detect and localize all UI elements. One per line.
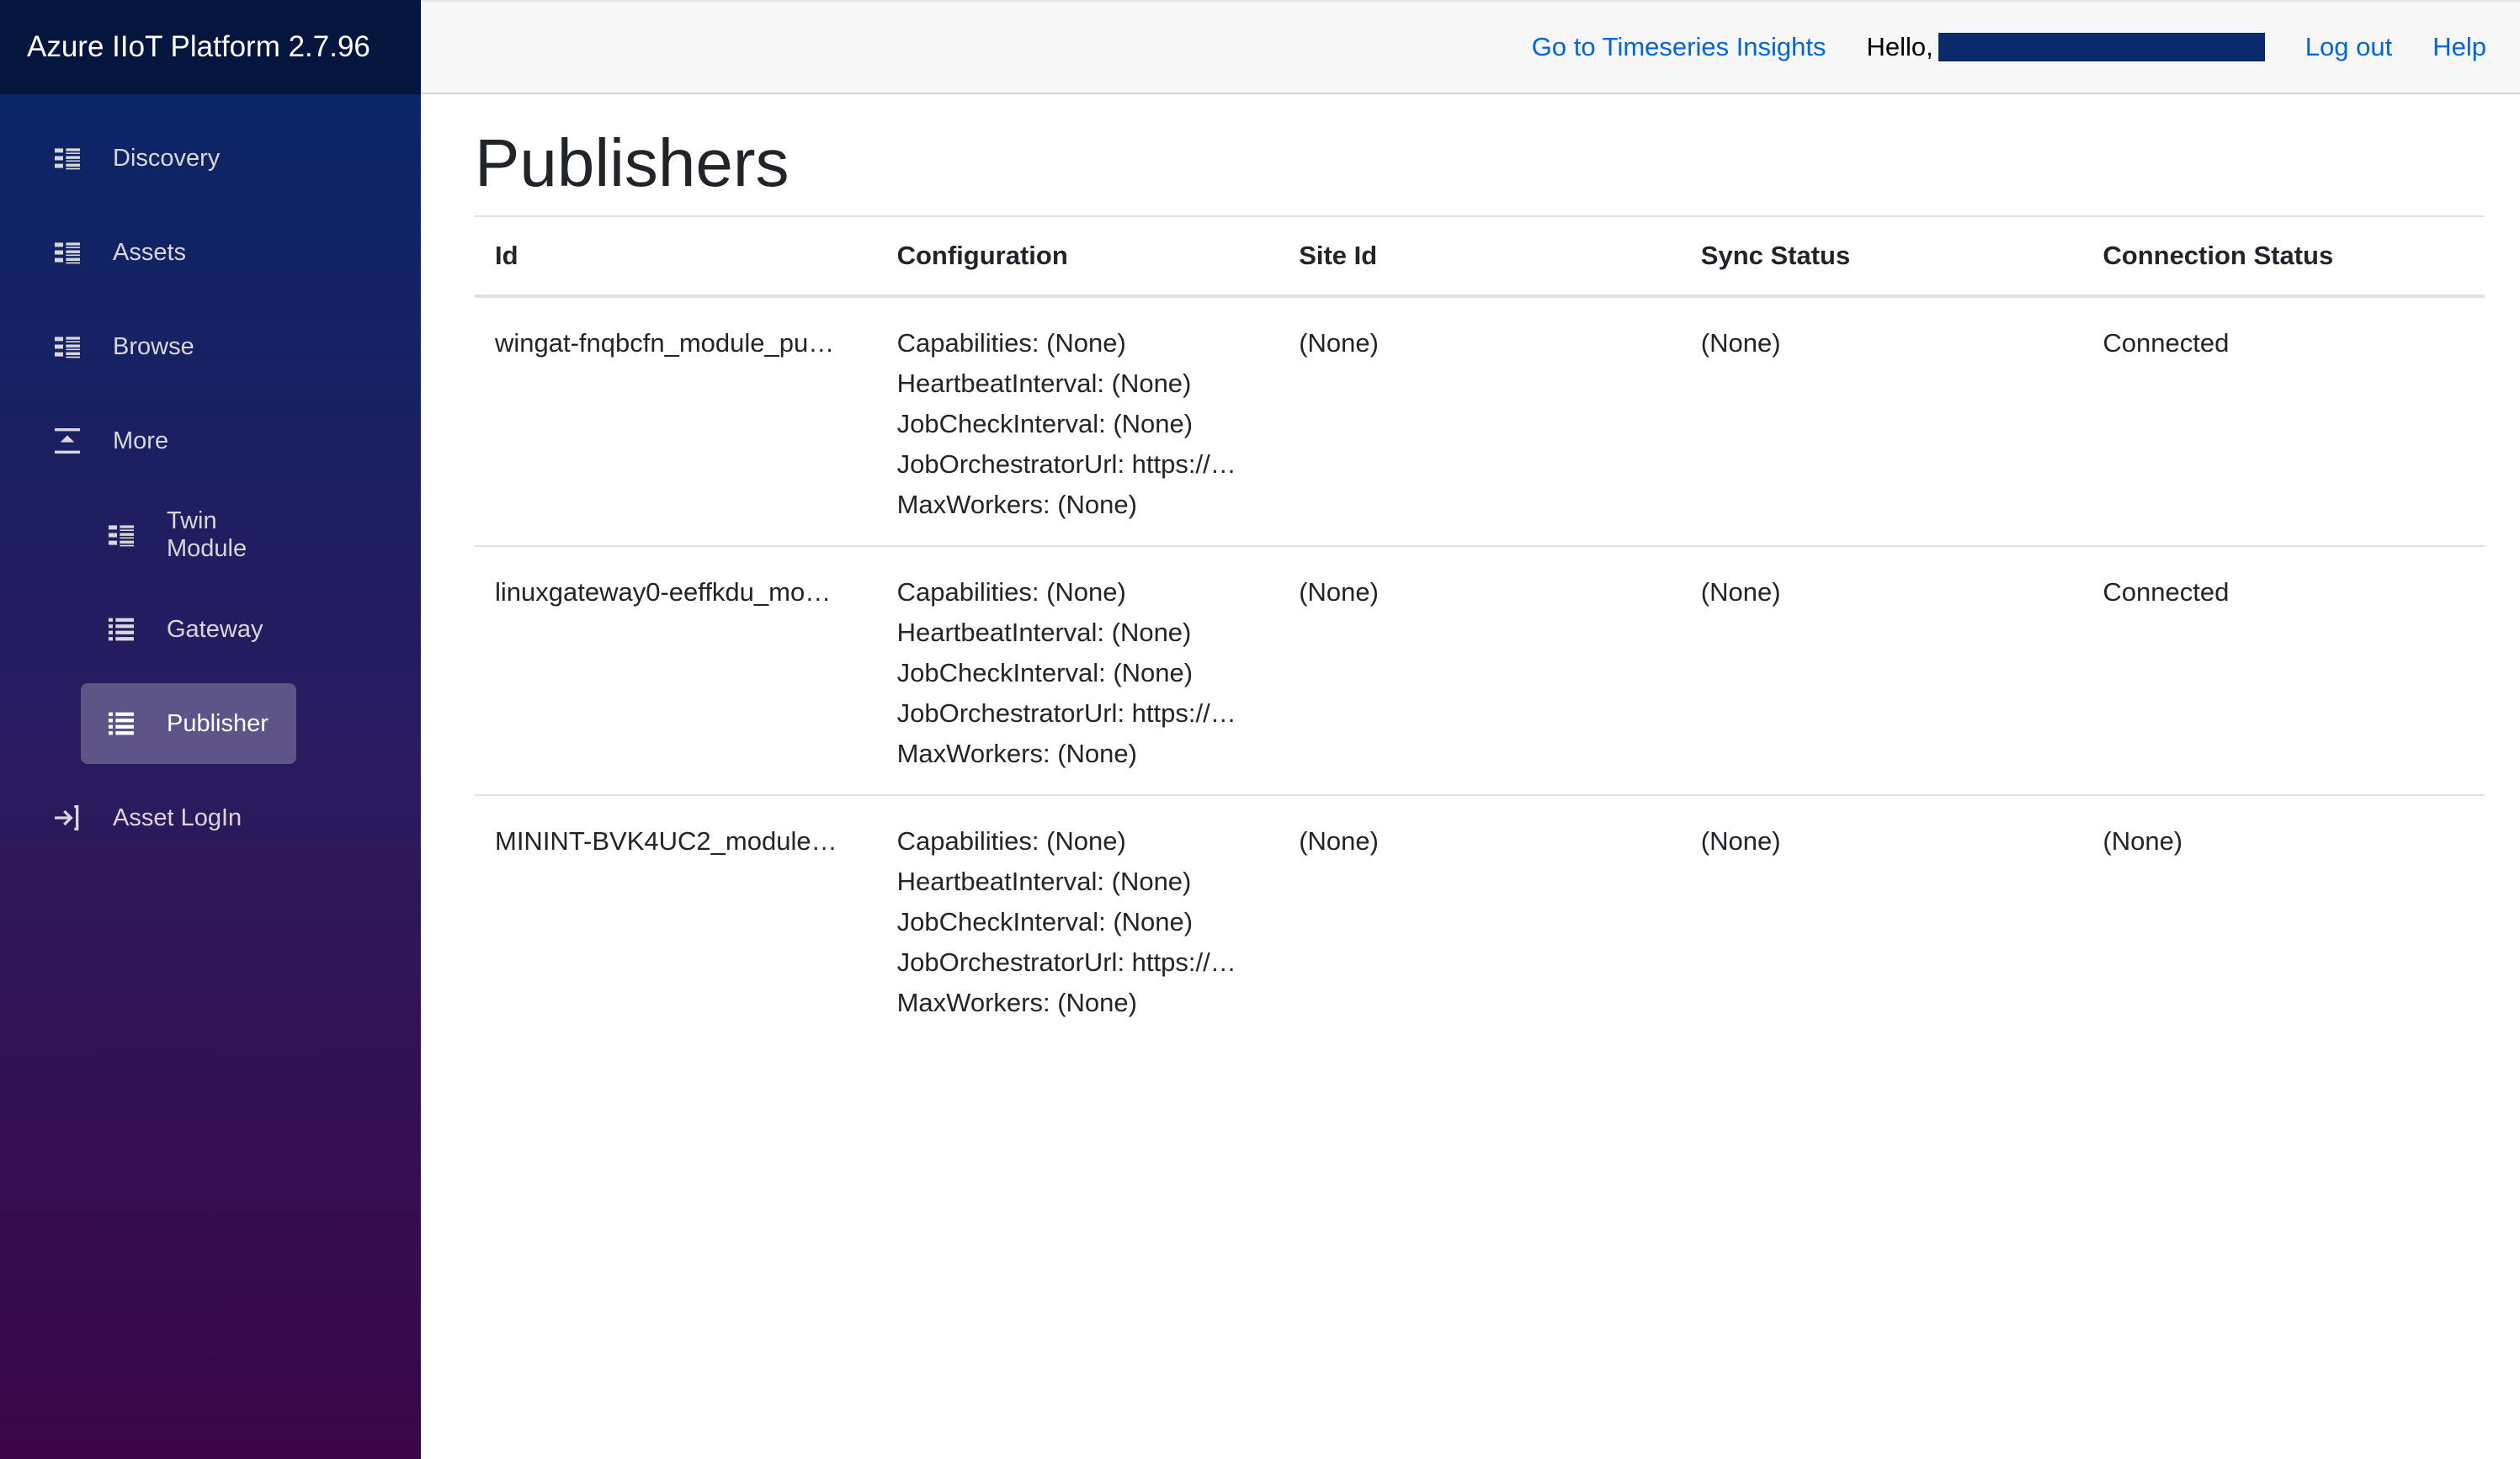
sidebar: Azure IIoT Platform 2.7.96 Discovery Ass… [0, 0, 421, 1459]
sidebar-item-label: Twin Module [167, 507, 247, 562]
nav-menu: Discovery Assets Browse More Twin Module [0, 94, 421, 858]
sidebar-item-twin-module[interactable]: Twin Module [81, 495, 296, 576]
dashboard-list-icon [51, 141, 84, 175]
column-header-configuration: Configuration [876, 215, 1279, 298]
cell-id: MININT-BVK4UC2_module… [495, 826, 837, 856]
redacted-username [1938, 33, 2265, 61]
sidebar-item-label: Asset LogIn [113, 804, 242, 831]
table-header-row: Id Configuration Site Id Sync Status Con… [475, 215, 2485, 298]
collapse-up-icon [51, 424, 84, 458]
dashboard-list-icon [104, 518, 138, 552]
sidebar-item-label: Gateway [167, 615, 263, 643]
cell-connection-status: (None) [2103, 826, 2183, 856]
sidebar-item-assets[interactable]: Assets [24, 212, 394, 293]
sidebar-item-browse[interactable]: Browse [24, 306, 394, 387]
cell-configuration: Capabilities: (None) HeartbeatInterval: … [876, 546, 1279, 796]
page-title: Publishers [475, 125, 789, 200]
column-header-id: Id [475, 215, 877, 298]
cell-sync-status: (None) [1700, 826, 1781, 856]
sidebar-item-discovery[interactable]: Discovery [24, 118, 394, 199]
column-header-sync-status: Sync Status [1680, 215, 2083, 298]
cell-site-id: (None) [1299, 826, 1379, 856]
cell-id: wingat-fnqbcfn_module_pu… [475, 296, 877, 547]
list-icon [104, 613, 138, 646]
column-header-site-id: Site Id [1279, 215, 1681, 298]
publishers-table: Id Configuration Site Id Sync Status Con… [475, 215, 2485, 1043]
sidebar-item-asset-login[interactable]: Asset LogIn [24, 777, 394, 858]
cell-sync-status: (None) [1680, 546, 2083, 796]
cell-configuration: Capabilities: (None) HeartbeatInterval: … [876, 296, 1279, 547]
sidebar-item-label: Assets [113, 238, 187, 266]
column-header-connection-status: Connection Status [2082, 215, 2485, 298]
logout-link[interactable]: Log out [2305, 32, 2392, 62]
hello-label: Hello, [1866, 32, 1933, 61]
sidebar-item-more[interactable]: More [24, 401, 394, 481]
cell-connection-status: Connected [2082, 296, 2485, 547]
table-row[interactable]: MININT-BVK4UC2_module… Capabilities: (No… [475, 795, 2485, 1043]
sidebar-item-label: Discovery [113, 144, 221, 172]
help-link[interactable]: Help [2432, 32, 2486, 62]
main-content: Publishers Id Configuration Site Id Sync… [475, 94, 2485, 1043]
dashboard-list-icon [51, 236, 84, 269]
dashboard-list-icon [51, 330, 84, 363]
table-row[interactable]: linuxgateway0-eeffkdu_mo… Capabilities: … [475, 546, 2485, 796]
sidebar-item-label: More [113, 427, 169, 454]
login-icon [51, 801, 84, 835]
cell-sync-status: (None) [1680, 296, 2083, 547]
cell-id: linuxgateway0-eeffkdu_mo… [475, 546, 877, 796]
list-icon [104, 707, 138, 740]
cell-site-id: (None) [1279, 546, 1681, 796]
cell-connection-status: Connected [2082, 546, 2485, 796]
sidebar-item-gateway[interactable]: Gateway [81, 589, 296, 670]
table-row[interactable]: wingat-fnqbcfn_module_pu… Capabilities: … [475, 296, 2485, 547]
cell-configuration: Capabilities: (None) HeartbeatInterval: … [896, 826, 1236, 1017]
user-greeting: Hello, [1867, 32, 2265, 62]
timeseries-insights-link[interactable]: Go to Timeseries Insights [1532, 32, 1826, 62]
cell-site-id: (None) [1279, 296, 1681, 547]
sidebar-item-label: Browse [113, 332, 194, 360]
sidebar-item-label: Publisher [167, 709, 268, 737]
top-bar: Go to Timeseries Insights Hello, Log out… [421, 0, 2520, 94]
sidebar-item-publisher[interactable]: Publisher [81, 683, 296, 764]
app-title[interactable]: Azure IIoT Platform 2.7.96 [0, 0, 421, 94]
